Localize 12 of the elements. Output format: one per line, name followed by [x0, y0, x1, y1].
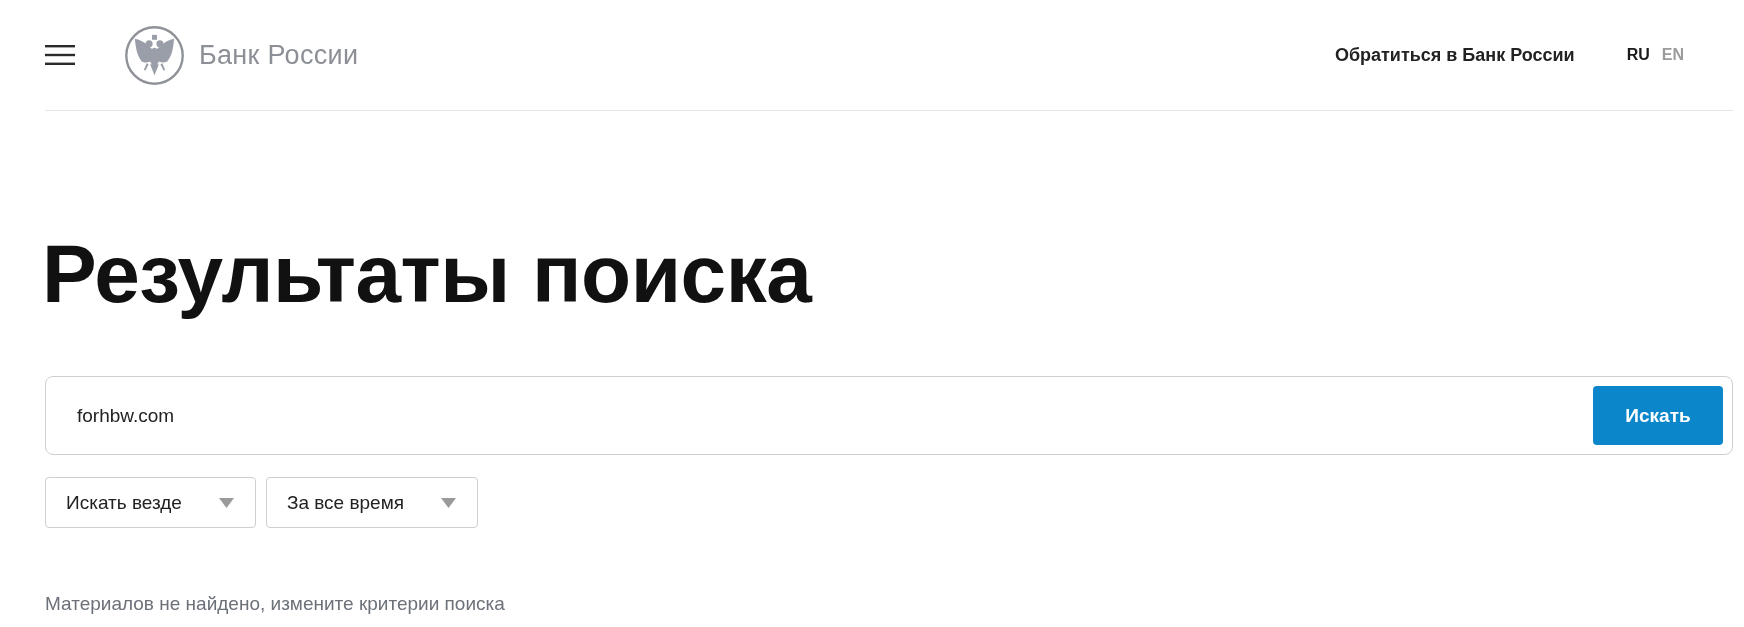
menu-icon[interactable]	[45, 45, 75, 65]
search-field[interactable]: forhbw.com Искать	[45, 376, 1733, 456]
language-option[interactable]: RU	[1626, 43, 1650, 67]
filter-dropdown[interactable]: Искать везде	[45, 477, 256, 529]
filter-dropdown[interactable]: За все время	[265, 477, 479, 529]
no-results-message: Материалов не найдено, измените критерии поиска	[45, 592, 506, 617]
eagle-emblem-icon[interactable]	[125, 25, 184, 85]
caret-icon	[441, 497, 457, 508]
caret-icon	[218, 497, 234, 508]
search-button[interactable]: Искать	[1593, 386, 1723, 446]
page-title: Результаты поиска	[42, 227, 814, 321]
contact-link[interactable]: Обратиться в Банк России	[1334, 41, 1575, 69]
